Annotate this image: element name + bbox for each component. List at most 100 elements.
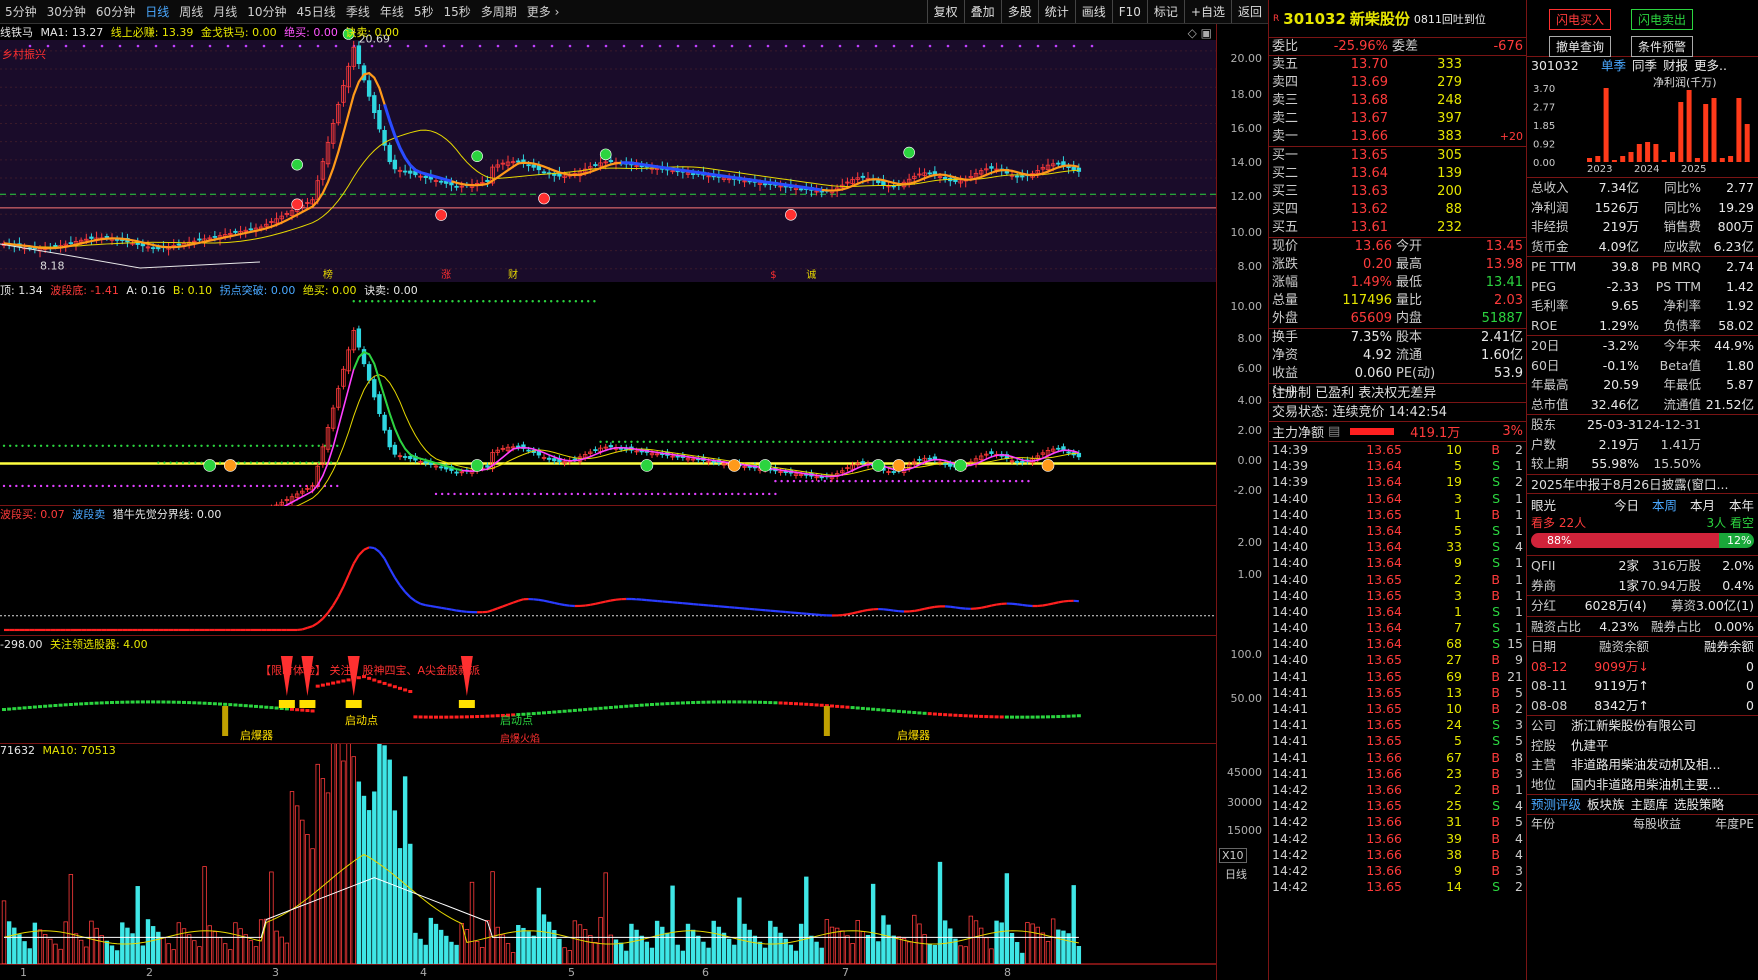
tab-today[interactable]: 今日	[1601, 496, 1639, 515]
tab-yoy[interactable]: 同季	[1632, 57, 1657, 74]
timeframe-tab[interactable]: 年线	[375, 3, 409, 20]
tab-sector[interactable]: 板块族	[1587, 795, 1625, 814]
tab-strategy[interactable]: 选股策略	[1674, 795, 1724, 814]
tick-row[interactable]: 14:40 13.65 27 B 9	[1269, 652, 1526, 668]
timeframe-tab[interactable]: 月线	[208, 3, 242, 20]
tab-quarter[interactable]: 单季	[1601, 57, 1626, 74]
tick-row[interactable]: 14:39 13.64 5 S 1	[1269, 458, 1526, 474]
tab-week[interactable]: 本周	[1639, 496, 1677, 515]
upper-dot	[401, 300, 405, 303]
promo-banner[interactable]: 【限时体验】 关注：股神四宝、A尖金股新派	[260, 662, 480, 678]
tick-row[interactable]: 14:42 13.66 9 B 3	[1269, 863, 1526, 879]
tick-row[interactable]: 14:40 13.64 3 S 1	[1269, 491, 1526, 507]
timeframe-tab[interactable]: 60分钟	[91, 3, 140, 20]
timeframe-tab[interactable]: 周线	[174, 3, 208, 20]
candle-body	[608, 160, 614, 163]
tick-row[interactable]: 14:41 13.65 5 S 5	[1269, 733, 1526, 749]
report-notice[interactable]: 2025年中报于8月26日披露(窗口...	[1527, 473, 1758, 494]
tool-button[interactable]: 复权	[926, 0, 964, 23]
tick-row[interactable]: 14:41 13.66 67 B 8	[1269, 750, 1526, 766]
selector-pane[interactable]: -298.00 关注领选股器: 4.00 【限时体验】 关注：股神四宝、A尖金股…	[0, 636, 1216, 745]
tick-row[interactable]: 14:40 13.64 1 S 1	[1269, 604, 1526, 620]
tool-button[interactable]: 返回	[1230, 0, 1268, 23]
wave-pane[interactable]: 顶: 1.34 波段底: -1.41 A: 0.16 B: 0.10 拐点突破:…	[0, 282, 1216, 506]
tick-row[interactable]: 14:40 13.65 2 B 1	[1269, 572, 1526, 588]
tick-row[interactable]: 14:41 13.65 69 B 21	[1269, 669, 1526, 685]
net-profit-chart[interactable]: 3.702.771.850.920.00净利润(千万)2023 2024 2025	[1527, 74, 1758, 175]
selector-chart[interactable]	[0, 636, 1216, 744]
tab-forecast[interactable]: 预测评级	[1531, 795, 1581, 814]
candlestick-chart[interactable]: 20.698.18榜涨财 $ 诚	[0, 24, 1216, 282]
tick-row[interactable]: 14:40 13.64 68 S 15	[1269, 636, 1526, 652]
volume-pane[interactable]: 71632 MA10: 70513	[0, 744, 1216, 964]
tick-row[interactable]: 14:41 13.65 13 B 5	[1269, 685, 1526, 701]
upper-dot	[33, 444, 37, 447]
period-label[interactable]: 日线	[1225, 866, 1247, 882]
trend-pane[interactable]: 波段买: 0.07 波段卖 猎牛先觉分界线: 0.00	[0, 506, 1216, 636]
col-header: 融资余额	[1598, 639, 1649, 654]
timeframe-tab[interactable]: 5秒	[409, 3, 439, 20]
alert-button[interactable]: 条件预警	[1631, 36, 1694, 57]
tick-row[interactable]: 14:41 13.66 23 B 3	[1269, 766, 1526, 782]
finance-row: 非经损 219万 销售费 800万	[1527, 217, 1758, 237]
cancel-query-button[interactable]: 撤单查询	[1549, 36, 1612, 57]
upper-dot	[426, 300, 429, 303]
volume-chart[interactable]	[0, 744, 1216, 964]
tick-row[interactable]: 14:42 13.66 31 B 5	[1269, 814, 1526, 830]
tick-row[interactable]: 14:40 13.64 7 S 1	[1269, 620, 1526, 636]
price-pane[interactable]: 20.69 8.18 榜涨财 $ 诚 线铁马 MA1: 13.27 线上必赚: 13.3…	[0, 24, 1216, 282]
tab-more[interactable]: 更多..	[1694, 57, 1727, 74]
timeframe-tab[interactable]: 日线	[140, 3, 174, 20]
tick-row[interactable]: 14:40 13.64 9 S 1	[1269, 555, 1526, 571]
pane-control-icons[interactable]: ◇ ▣	[1188, 26, 1212, 40]
tick-row[interactable]: 14:40 13.65 1 B 1	[1269, 507, 1526, 523]
timeframe-tab[interactable]: 10分钟	[242, 3, 291, 20]
trend-segment	[327, 604, 335, 614]
axis-tick-label: 30000	[1227, 796, 1262, 809]
timeframe-tab[interactable]: 30分钟	[42, 3, 91, 20]
tab-month[interactable]: 本月	[1677, 496, 1715, 515]
tick-row[interactable]: 14:39 13.65 10 B 2	[1269, 442, 1526, 458]
tool-button[interactable]: 统计	[1037, 0, 1075, 23]
tick-row[interactable]: 14:41 13.65 10 B 2	[1269, 701, 1526, 717]
timeframe-tab[interactable]: 多周期	[476, 3, 522, 20]
tick-row[interactable]: 14:39 13.64 19 S 2	[1269, 474, 1526, 490]
tab-report[interactable]: 财报	[1663, 57, 1688, 74]
tool-button[interactable]: 多股	[1000, 0, 1038, 23]
flash-sell-button[interactable]: 闪电卖出	[1631, 9, 1694, 30]
tool-button[interactable]: 画线	[1074, 0, 1112, 23]
flash-buy-button[interactable]: 闪电买入	[1549, 9, 1612, 30]
timeframe-tab[interactable]: 季线	[341, 3, 375, 20]
tool-button[interactable]: F10	[1111, 0, 1147, 23]
zoom-badge[interactable]: X10	[1219, 848, 1247, 863]
tick-list[interactable]: 14:39 13.65 10 B 2 14:39 13.64 5 S 1 14:39 13.64 19 S…	[1269, 442, 1526, 895]
tick-row[interactable]: 14:42 13.66 39 B 4	[1269, 831, 1526, 847]
tool-button[interactable]: 标记	[1146, 0, 1184, 23]
tab-year[interactable]: 本年	[1715, 496, 1754, 515]
tick-row[interactable]: 14:40 13.65 3 B 1	[1269, 588, 1526, 604]
trend-axis: 2.00 1.00	[1216, 506, 1268, 636]
tick-row[interactable]: 14:42 13.66 2 B 1	[1269, 782, 1526, 798]
timeframe-tab[interactable]: 15秒	[438, 3, 475, 20]
wave-chart[interactable]	[0, 282, 1216, 506]
tick-row[interactable]: 14:40 13.64 5 S 1	[1269, 523, 1526, 539]
tool-button[interactable]: +自选	[1183, 0, 1231, 23]
trend-chart[interactable]	[0, 506, 1216, 636]
tick-row[interactable]: 14:42 13.66 38 B 4	[1269, 847, 1526, 863]
tick-price: 13.64	[1366, 474, 1402, 490]
tick-row[interactable]: 14:40 13.64 33 S 4	[1269, 539, 1526, 555]
main-flow[interactable]: 主力净额 ▤ 419.1万 3%	[1269, 422, 1526, 442]
stock-tag[interactable]: 0811回吐到位	[1414, 11, 1486, 27]
timeframe-tab[interactable]: 5分钟	[0, 3, 42, 20]
selector-bar	[161, 700, 166, 704]
tool-button[interactable]: 叠加	[963, 0, 1001, 23]
tick-row[interactable]: 14:42 13.65 25 S 4	[1269, 798, 1526, 814]
stat-value: 13.98	[1485, 257, 1523, 272]
timeframe-tab[interactable]: 更多 ›	[522, 3, 565, 20]
upper-dot	[580, 300, 584, 303]
timeframe-tab[interactable]: 45日线	[292, 3, 341, 20]
tick-row[interactable]: 14:42 13.65 14 S 2	[1269, 879, 1526, 895]
tick-row[interactable]: 14:41 13.65 24 S 3	[1269, 717, 1526, 733]
tab-theme[interactable]: 主题库	[1631, 795, 1669, 814]
selector-bar	[38, 705, 42, 709]
